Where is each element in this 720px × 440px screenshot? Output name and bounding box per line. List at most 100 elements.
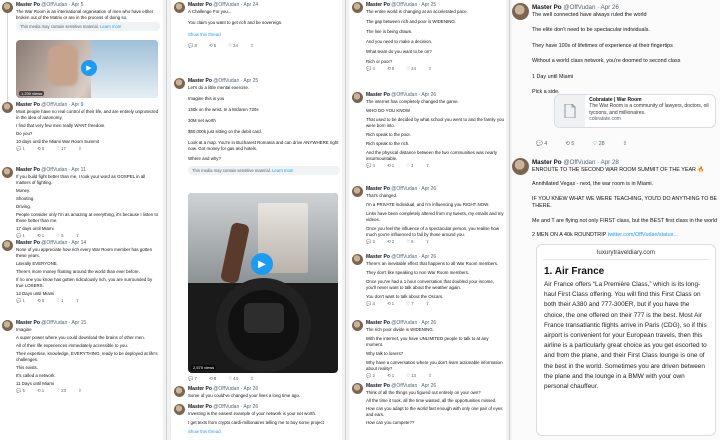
author-name[interactable]: Master Po [16,240,40,246]
tweet[interactable]: Master Po @OffVudan · Apr 26 Investing i… [174,404,340,434]
retweet-icon[interactable]: ⟲ 5 [209,43,216,49]
tweet-date[interactable]: Apr 5 [71,2,83,8]
reply-icon[interactable]: 💬 2 [366,373,375,379]
retweet-icon[interactable]: ⟲ 5 [37,146,44,152]
retweet-icon[interactable]: ⟲ 1 [37,388,44,394]
retweet-icon[interactable]: ⟲ 5 [37,298,44,304]
share-icon[interactable]: ⇪ [426,239,430,245]
tweet[interactable]: Master Po @OffVudan · Apr 9 Most people … [2,102,160,153]
share-icon[interactable]: ⇪ [78,388,82,394]
tweet-date[interactable]: Apr 26 [421,254,436,260]
author-name[interactable]: Master Po [366,92,390,98]
retweet-icon[interactable]: ⟲ 1 [387,301,394,307]
reply-icon[interactable]: 💬 1 [16,233,25,239]
avatar[interactable] [174,386,185,397]
avatar[interactable] [352,383,363,394]
reply-icon[interactable]: 💬 1 [16,146,25,152]
avatar[interactable] [352,186,363,197]
tweet-date[interactable]: Apr 26 [243,404,258,410]
tweet-date[interactable]: Apr 26 [421,320,436,326]
avatar[interactable] [2,2,13,13]
heart-icon[interactable]: ♡ 24 [228,43,238,49]
author-name[interactable]: Master Po [188,404,212,410]
heart-icon[interactable]: ♡ 1 [56,298,63,304]
tweet-date[interactable]: Apr 25 [421,2,436,8]
avatar[interactable] [352,254,363,265]
author-name[interactable]: Master Po [16,167,40,173]
share-icon[interactable]: ⇪ [623,141,628,147]
avatar[interactable] [512,3,529,20]
heart-icon[interactable]: ♡ 24 [406,66,416,72]
tweet-date[interactable]: Apr 11 [71,167,85,173]
retweet-icon[interactable]: ⟲ 1 [387,373,394,379]
author-name[interactable]: Master Po [16,102,40,108]
avatar[interactable] [352,320,363,331]
reply-icon[interactable]: 💬 2 [366,239,375,245]
author-name[interactable]: Master Po [188,78,212,84]
avatar[interactable] [2,167,13,178]
show-thread-link[interactable]: Show this thread [188,429,340,434]
tweet-date[interactable]: Apr 9 [71,102,83,108]
author-name[interactable]: Master Po [188,386,212,392]
author-name[interactable]: Master Po [366,383,390,389]
avatar[interactable] [174,2,185,13]
reply-icon[interactable]: 💬 4 [366,163,375,169]
share-icon[interactable]: ⇪ [428,373,432,379]
share-icon[interactable]: ⇪ [78,146,82,152]
learn-more-link[interactable]: Learn more [272,168,293,173]
avatar[interactable] [174,404,185,415]
author-name[interactable]: Master Po [188,2,212,8]
author-name[interactable]: Master Po [16,2,40,8]
heart-icon[interactable]: ♡ 44 [228,376,238,382]
heart-icon[interactable]: ♡ 5 [56,233,63,239]
tweet-date[interactable]: Apr 14 [71,240,86,246]
reply-icon[interactable]: 💬 4 [366,66,375,72]
tweet[interactable]: Master Po @OffVudan · Apr 28 ENROUTE TO … [512,158,718,239]
tweet-date[interactable]: Apr 26 [421,92,436,98]
author-name[interactable]: Master Po [366,186,390,192]
tweet-date[interactable]: Apr 26 [421,383,436,389]
tweet[interactable]: Master Po @OffVudan · Apr 26 Some of you… [174,386,340,399]
tweet[interactable]: Master Po @OffVudan · Apr 11 If you buil… [2,167,160,240]
reply-icon[interactable]: 💬 8 [188,43,197,49]
share-icon[interactable]: ⇪ [76,233,80,239]
tweet[interactable]: Master Po @OffVudan · Apr 26 That's chan… [352,186,504,246]
tweet[interactable]: Master Po @OffVudan · Apr 25 The entire … [352,2,504,73]
tweet[interactable]: Master Po @OffVudan · Apr 24 A Challenge… [174,2,340,50]
share-icon[interactable]: ⇪ [76,298,80,304]
reply-icon[interactable]: 💬 5 [16,388,25,394]
reply-icon[interactable]: 💬 1 [16,298,25,304]
tweet-date[interactable]: Apr 28 [601,159,619,166]
tweet-date[interactable]: Apr 26 [421,186,436,192]
heart-icon[interactable]: ♡ 28 [592,141,604,147]
heart-icon[interactable]: ♡ 7 [406,301,413,307]
avatar[interactable] [174,78,185,89]
tweet-date[interactable]: Apr 26 [243,386,258,392]
tweet[interactable]: Master Po @OffVudan · Apr 25 Let's do a … [174,78,340,175]
tweet[interactable]: Master Po @OffVudan · Apr 26 The well co… [512,3,718,96]
show-thread-link[interactable]: Show this thread [188,32,340,37]
tweet[interactable]: Master Po @OffVudan · Apr 26 There's an … [352,254,504,308]
reply-icon[interactable]: 💬 4 [536,141,547,147]
article-preview[interactable]: luxurytraveldiary.com 1. Air France Air … [536,244,716,436]
tweet-date[interactable]: Apr 24 [243,2,258,8]
author-name[interactable]: Master Po [16,320,40,326]
tweet[interactable]: Master Po @OffVudan · Apr 26 The rich po… [352,320,504,380]
heart-icon[interactable]: ♡ 6 [406,239,413,245]
retweet-icon[interactable]: ⟲ 1 [37,233,44,239]
avatar[interactable] [352,2,363,13]
retweet-icon[interactable]: ⟲ 8 [209,376,216,382]
avatar[interactable] [512,158,529,175]
tweet[interactable]: Master Po @OffVudan · Apr 26 Think of al… [352,383,504,426]
author-name[interactable]: Master Po [366,2,390,8]
tweet[interactable]: Master Po @OffVudan · Apr 26 The interne… [352,92,504,170]
share-icon[interactable]: ⇪ [250,376,254,382]
tweet-date[interactable]: Apr 15 [71,320,86,326]
avatar[interactable] [2,240,13,251]
video-player[interactable]: ▶ 1,230 views [16,40,158,98]
reply-icon[interactable]: 💬 4 [366,301,375,307]
tweet-link[interactable]: twitter.com/OffVudan/status... [608,232,678,238]
tweet[interactable]: Master Po @OffVudan · Apr 15 Imagine A su… [2,320,160,395]
avatar[interactable] [2,102,13,113]
retweet-icon[interactable]: ⟲ 1 [387,163,394,169]
